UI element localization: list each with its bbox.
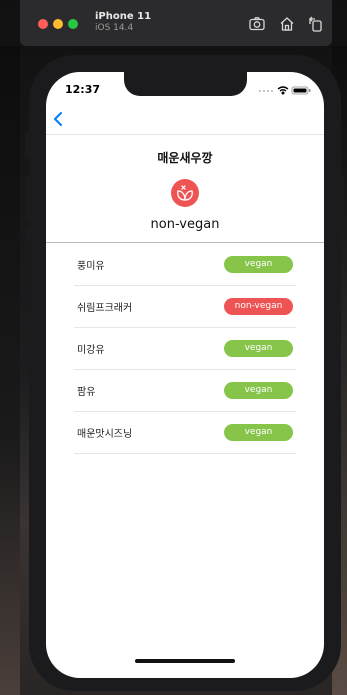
notch: [124, 72, 247, 96]
desktop-background-left: [0, 46, 20, 695]
status-indicators: [256, 85, 316, 95]
status-badge: vegan: [224, 340, 293, 357]
product-vegan-status: non-vegan: [150, 217, 220, 232]
product-title: 매운새우깡: [157, 151, 213, 165]
list-item: 미강유 vegan: [74, 328, 296, 370]
list-item: 풍미유 vegan: [74, 244, 296, 286]
ingredient-name: 풍미유: [77, 261, 105, 272]
ingredient-name: 미강유: [77, 345, 105, 356]
status-badge: non-vegan: [224, 298, 293, 315]
device-screen: 12:37 매운새우깡 non-vegan 풍미유 vegan 쉬림프크래커 n…: [46, 72, 324, 678]
close-window-button[interactable]: [38, 19, 48, 29]
simulator-os-version: iOS 14.4: [95, 23, 134, 33]
battery-icon: [291, 86, 311, 95]
status-badge: vegan: [224, 424, 293, 441]
wifi-icon: [277, 86, 289, 95]
list-item: 매운맛시즈닝 vegan: [74, 412, 296, 454]
section-divider: [46, 242, 324, 243]
ingredient-name: 매운맛시즈닝: [77, 429, 133, 440]
cellular-signal-icon: [259, 90, 273, 92]
status-badge: vegan: [224, 256, 293, 273]
ingredient-name: 쉬림프크래커: [77, 303, 133, 314]
ingredient-name: 팜유: [77, 387, 96, 398]
screenshot-icon[interactable]: [248, 15, 266, 33]
status-badge: vegan: [224, 382, 293, 399]
leaf-cross-icon: [171, 179, 199, 207]
zoom-window-button[interactable]: [68, 19, 78, 29]
minimize-window-button[interactable]: [53, 19, 63, 29]
list-item: 팜유 vegan: [74, 370, 296, 412]
chevron-left-icon[interactable]: [52, 110, 66, 128]
home-icon[interactable]: [278, 15, 296, 33]
rotate-icon[interactable]: [307, 15, 325, 33]
list-item: 쉬림프크래커 non-vegan: [74, 286, 296, 328]
simulator-titlebar: iPhone 11 iOS 14.4: [20, 0, 332, 46]
status-time: 12:37: [65, 83, 101, 96]
simulator-device-name: iPhone 11: [95, 11, 152, 22]
nav-divider: [46, 134, 324, 135]
ingredient-list: 풍미유 vegan 쉬림프크래커 non-vegan 미강유 vegan 팜유 …: [74, 244, 296, 454]
home-indicator[interactable]: [135, 659, 235, 663]
